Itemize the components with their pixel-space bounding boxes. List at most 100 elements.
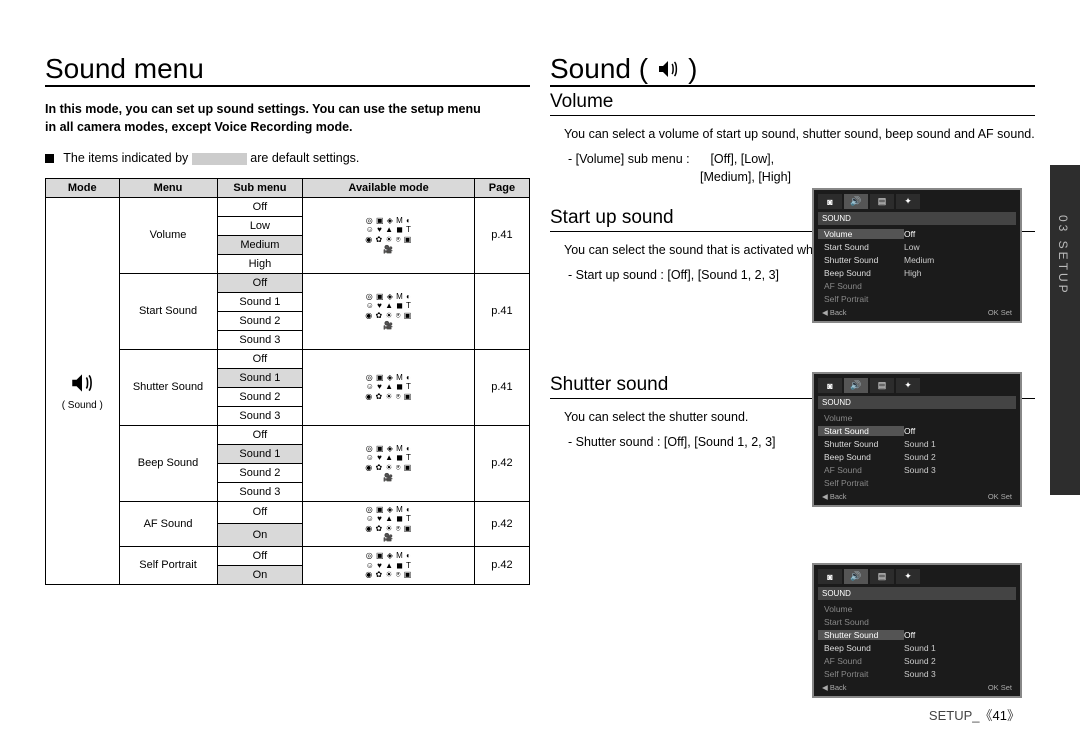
sub: Sound 3 (217, 406, 303, 425)
sub: Sound 1 (217, 292, 303, 311)
lcd-val: High (904, 268, 1016, 278)
sub: Sound 3 (217, 482, 303, 501)
lcd-row: Volume (818, 413, 904, 423)
menu-volume: Volume (119, 197, 217, 273)
th-mode: Mode (46, 178, 120, 197)
legend-b: are default settings. (250, 151, 359, 165)
lcd-tab-icon: ✦ (896, 194, 920, 209)
bullet-icon (45, 154, 54, 163)
menu-shutter: Shutter Sound (119, 349, 217, 425)
lcd-banner: SOUND (818, 587, 1016, 600)
lcd-tab-icon: ▤ (870, 194, 894, 209)
page-ref: p.42 (474, 425, 529, 501)
avail: ◎ ▣ ◈ M ◐☺ ♥ ▲ ◼ T◉ ✿ ☀ ⍟ ▣🎥 (303, 425, 475, 501)
title-text: Sound menu (45, 55, 204, 83)
shutter-body: You can select the shutter sound. (564, 410, 748, 424)
sub: Off (217, 425, 303, 444)
lcd-val: Sound 1 (904, 643, 1016, 653)
right-title: Sound ( ) (550, 55, 1035, 87)
lcd-tab-icon: 🔊 (844, 378, 868, 393)
lcd-val: Medium (904, 255, 1016, 265)
sub: Off (217, 349, 303, 368)
sub: Sound 3 (217, 330, 303, 349)
sub: High (217, 254, 303, 273)
sub: Low (217, 216, 303, 235)
th-avail: Available mode (303, 178, 475, 197)
lcd-val: Off (904, 630, 1016, 640)
intro-text: In this mode, you can set up sound setti… (45, 101, 530, 136)
lcd-val: Sound 2 (904, 452, 1016, 462)
sub: Off (217, 546, 303, 565)
lcd-tab-icon: ◙ (818, 378, 842, 393)
lcd-row: Start Sound (818, 426, 904, 436)
sub: Sound 1 (217, 444, 303, 463)
mode-cell: ( Sound ) (46, 197, 120, 584)
speaker-icon (69, 370, 95, 396)
page-ref: p.41 (474, 349, 529, 425)
lcd-back: ◀ Back (822, 492, 847, 501)
left-title: Sound menu (45, 55, 530, 87)
legend: The items indicated by are default setti… (45, 150, 530, 168)
settings-table: Mode Menu Sub menu Available mode Page (… (45, 178, 530, 585)
lcd-set: OK Set (988, 683, 1012, 692)
section-volume-body: You can select a volume of start up soun… (550, 126, 1035, 187)
vol-l1b: [Off], [Low], (710, 152, 774, 166)
sub: Sound 2 (217, 463, 303, 482)
lcd-row: Self Portrait (818, 294, 904, 304)
volume-sublist: - [Volume] sub menu : [Off], [Low], [Med… (564, 150, 1035, 188)
avail: ◎ ▣ ◈ M ◐☺ ♥ ▲ ◼ T◉ ✿ ☀ ⍟ ▣ (303, 349, 475, 425)
sub: On (217, 565, 303, 584)
avail: ◎ ▣ ◈ M ◐☺ ♥ ▲ ◼ T◉ ✿ ☀ ⍟ ▣ (303, 546, 475, 584)
lcd-val: Off (904, 229, 1016, 239)
lcd-val: Sound 2 (904, 656, 1016, 666)
lcd-volume: ◙ 🔊 ▤ ✦ SOUND VolumeOff Start SoundLow S… (812, 188, 1022, 323)
lcd-row: Shutter Sound (818, 255, 904, 265)
lcd-banner: SOUND (818, 396, 1016, 409)
lcd-tab-icon: ◙ (818, 569, 842, 584)
lcd-val: Sound 3 (904, 669, 1016, 679)
menu-start: Start Sound (119, 273, 217, 349)
section-volume-head: Volume (550, 91, 1035, 116)
sub: Sound 2 (217, 311, 303, 330)
start-l1: - Start up sound : [Off], [Sound 1, 2, 3… (568, 268, 779, 282)
legend-a: The items indicated by (63, 151, 188, 165)
lcd-tab-icon: ◙ (818, 194, 842, 209)
lcd-row: AF Sound (818, 656, 904, 666)
footer-label: SETUP_ (929, 708, 980, 723)
avail: ◎ ▣ ◈ M ◐☺ ♥ ▲ ◼ T◉ ✿ ☀ ⍟ ▣🎥 (303, 501, 475, 546)
lcd-val: Low (904, 242, 1016, 252)
lcd-val: Sound 3 (904, 465, 1016, 475)
lcd-row: Self Portrait (818, 669, 904, 679)
sub: Medium (217, 235, 303, 254)
lcd-row: Volume (818, 604, 904, 614)
left-column: Sound menu In this mode, you can set up … (45, 55, 530, 746)
lcd-row: AF Sound (818, 465, 904, 475)
lcd-tab-icon: ▤ (870, 569, 894, 584)
lcd-row: Beep Sound (818, 268, 904, 278)
lcd-row: AF Sound (818, 281, 904, 291)
lcd-tab-icon: 🔊 (844, 569, 868, 584)
shutter-l1: - Shutter sound : [Off], [Sound 1, 2, 3] (568, 435, 776, 449)
menu-beep: Beep Sound (119, 425, 217, 501)
lcd-tab-icon: ✦ (896, 378, 920, 393)
lcd-tab-icon: ✦ (896, 569, 920, 584)
speaker-icon (656, 57, 680, 81)
volume-body: You can select a volume of start up soun… (564, 127, 1035, 141)
lcd-val: Sound 1 (904, 439, 1016, 449)
sub: On (217, 524, 303, 547)
lcd-row: Shutter Sound (818, 439, 904, 449)
side-tab: 03 SETUP (1050, 165, 1080, 495)
lcd-start: ◙ 🔊 ▤ ✦ SOUND Volume Start SoundOff Shut… (812, 372, 1022, 507)
title-close: ) (688, 55, 697, 83)
lcd-tab-icon: ▤ (870, 378, 894, 393)
default-chip (192, 153, 247, 165)
avail: ◎ ▣ ◈ M ◐☺ ♥ ▲ ◼ T◉ ✿ ☀ ⍟ ▣🎥 (303, 197, 475, 273)
vol-l1c: [Medium], [High] (700, 170, 791, 184)
intro-line1: In this mode, you can set up sound setti… (45, 102, 481, 116)
lcd-row: Beep Sound (818, 643, 904, 653)
page-footer: SETUP_《41》 (929, 705, 1020, 724)
page-ref: p.42 (474, 501, 529, 546)
lcd-tab-icon: 🔊 (844, 194, 868, 209)
lcd-set: OK Set (988, 492, 1012, 501)
lcd-row: Beep Sound (818, 452, 904, 462)
